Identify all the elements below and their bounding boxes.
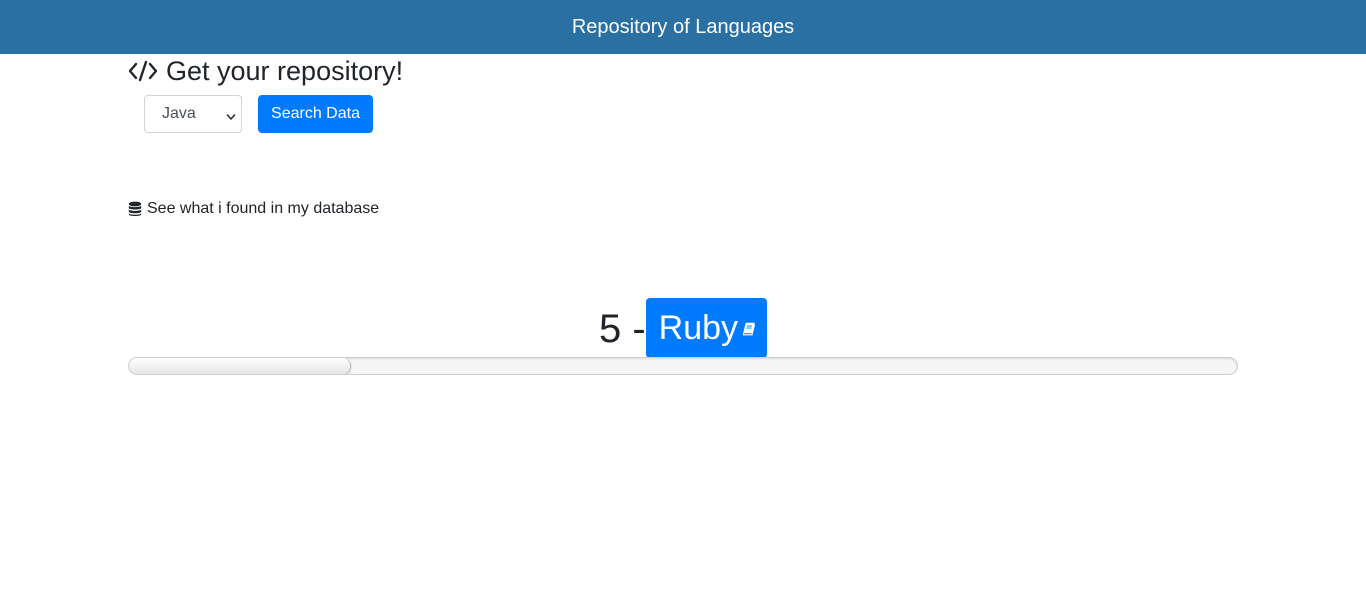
progress-bar[interactable] — [128, 357, 1238, 375]
chevron-down-icon — [226, 109, 236, 120]
page-heading-text: Get your repository! — [166, 55, 404, 86]
language-select[interactable]: Java — [144, 95, 242, 133]
top-navbar: Repository of Languages — [0, 0, 1366, 54]
result-language-label: Ruby — [658, 308, 739, 347]
database-caption-text: See what i found in my database — [147, 200, 380, 217]
database-icon — [128, 201, 142, 217]
search-data-button[interactable]: Search Data — [258, 95, 373, 133]
language-select-value: Java — [162, 105, 196, 122]
result-number: 5 - — [598, 307, 646, 351]
database-caption: See what i found in my database — [128, 199, 379, 219]
result-content: 5 - Ruby — [598, 298, 768, 358]
result-row: 5 - Ruby — [0, 298, 1366, 358]
book-icon — [742, 306, 756, 336]
result-language-button[interactable]: Ruby — [645, 298, 768, 358]
progress-fill — [129, 358, 351, 374]
page-heading: Get your repository! — [128, 55, 403, 87]
code-icon — [128, 59, 158, 83]
app-title: Repository of Languages — [571, 16, 795, 38]
